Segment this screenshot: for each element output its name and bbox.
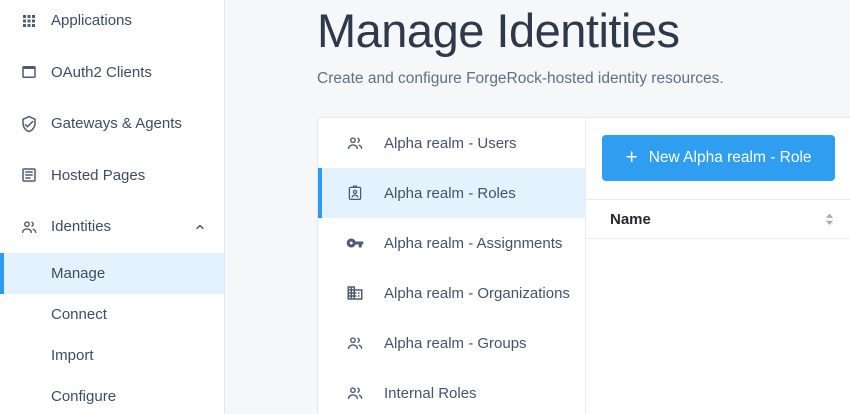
sidebar-item-label: Hosted Pages bbox=[51, 167, 145, 184]
resource-item-alpha-assignments[interactable]: Alpha realm - Assignments bbox=[318, 218, 585, 268]
key-icon bbox=[346, 234, 364, 252]
sidebar-item-label: Identities bbox=[51, 218, 111, 235]
column-header-name[interactable]: Name bbox=[610, 211, 651, 228]
sidebar-item-label: Applications bbox=[51, 12, 132, 29]
sidebar-item-hosted-pages[interactable]: Hosted Pages bbox=[0, 150, 224, 202]
sidebar-nav: Applications OAuth2 Clients Gateways & A… bbox=[0, 0, 224, 414]
page-title: Manage Identities bbox=[317, 3, 680, 59]
sidebar-item-applications[interactable]: Applications bbox=[0, 0, 224, 47]
resource-item-alpha-users[interactable]: Alpha realm - Users bbox=[318, 118, 585, 168]
resource-item-label: Alpha realm - Assignments bbox=[384, 235, 562, 252]
resource-item-label: Alpha realm - Roles bbox=[384, 185, 516, 202]
people-icon bbox=[20, 218, 38, 236]
resource-item-label: Alpha realm - Organizations bbox=[384, 285, 570, 302]
new-role-button-label: New Alpha realm - Role bbox=[649, 149, 812, 167]
table-header-row: Name bbox=[586, 199, 850, 239]
page-subtitle: Create and configure ForgeRock-hosted id… bbox=[317, 70, 724, 88]
plus-icon: + bbox=[625, 147, 637, 168]
window-icon bbox=[20, 63, 38, 81]
resource-item-alpha-organizations[interactable]: Alpha realm - Organizations bbox=[318, 268, 585, 318]
resource-item-label: Alpha realm - Groups bbox=[384, 335, 527, 352]
chevron-up-icon bbox=[194, 221, 206, 233]
people-icon bbox=[346, 134, 364, 152]
resource-item-label: Alpha realm - Users bbox=[384, 135, 517, 152]
new-role-button[interactable]: + New Alpha realm - Role bbox=[602, 135, 835, 181]
badge-icon bbox=[346, 184, 364, 202]
sidebar: Applications OAuth2 Clients Gateways & A… bbox=[0, 0, 225, 414]
sidebar-subitem-label: Manage bbox=[51, 265, 105, 282]
sidebar-item-oauth2-clients[interactable]: OAuth2 Clients bbox=[0, 47, 224, 99]
table-empty-area bbox=[586, 239, 850, 414]
sidebar-subitem-label: Configure bbox=[51, 388, 116, 405]
sidebar-subitem-label: Connect bbox=[51, 306, 107, 323]
apps-grid-icon bbox=[20, 12, 38, 30]
resource-item-internal-roles[interactable]: Internal Roles bbox=[318, 368, 585, 414]
resource-list: Alpha realm - Users Alpha realm - Roles … bbox=[318, 118, 586, 414]
sidebar-item-label: Gateways & Agents bbox=[51, 115, 182, 132]
sidebar-subitem-import[interactable]: Import bbox=[0, 335, 224, 376]
main-content: Manage Identities Create and configure F… bbox=[225, 0, 850, 414]
document-icon bbox=[20, 166, 38, 184]
sidebar-subitem-connect[interactable]: Connect bbox=[0, 294, 224, 335]
resource-item-alpha-roles[interactable]: Alpha realm - Roles bbox=[318, 168, 585, 218]
roles-panel: + New Alpha realm - Role Name bbox=[586, 118, 850, 414]
sidebar-item-gateways-agents[interactable]: Gateways & Agents bbox=[0, 98, 224, 150]
sidebar-subitem-label: Import bbox=[51, 347, 94, 364]
sort-icon[interactable] bbox=[823, 212, 836, 227]
sidebar-item-identities[interactable]: Identities bbox=[0, 201, 224, 253]
resource-item-alpha-groups[interactable]: Alpha realm - Groups bbox=[318, 318, 585, 368]
people-icon bbox=[346, 384, 364, 402]
shield-check-icon bbox=[20, 115, 38, 133]
sidebar-subitem-manage[interactable]: Manage bbox=[0, 253, 224, 294]
resource-item-label: Internal Roles bbox=[384, 385, 477, 402]
people-icon bbox=[346, 334, 364, 352]
sidebar-subitem-configure[interactable]: Configure bbox=[0, 376, 224, 414]
identities-card: Alpha realm - Users Alpha realm - Roles … bbox=[317, 117, 850, 414]
sidebar-item-label: OAuth2 Clients bbox=[51, 64, 152, 81]
building-icon bbox=[346, 284, 364, 302]
